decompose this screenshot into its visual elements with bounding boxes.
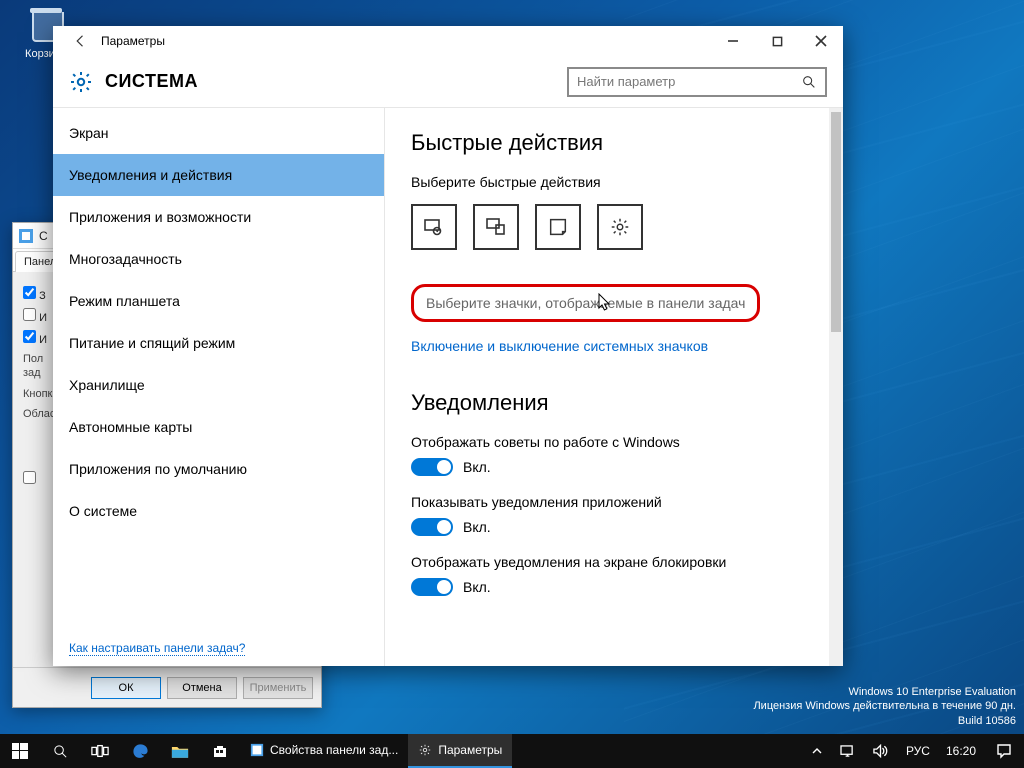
qa-tile-all-settings[interactable] <box>597 204 643 250</box>
task-settings[interactable]: Параметры <box>408 734 512 768</box>
volume-icon <box>873 744 888 758</box>
minimize-icon <box>727 35 739 47</box>
qa-tile-tablet-mode[interactable] <box>411 204 457 250</box>
toggle-tips[interactable] <box>411 458 453 476</box>
windows-logo-icon <box>12 743 28 759</box>
gear-icon <box>418 743 432 757</box>
main-scrollbar[interactable] <box>829 108 843 666</box>
sidebar-item-tablet[interactable]: Режим планшета <box>53 280 384 322</box>
connect-icon <box>484 215 508 239</box>
store-icon <box>212 743 228 759</box>
sidebar-item-apps[interactable]: Приложения и возможности <box>53 196 384 238</box>
toggle-app-notify-state: Вкл. <box>463 519 491 535</box>
note-icon <box>547 216 569 238</box>
watermark-line3: Build 10586 <box>753 714 1016 728</box>
settings-search-input[interactable]: Найти параметр <box>567 67 827 97</box>
settings-header: СИСТЕМА Найти параметр <box>53 56 843 108</box>
close-icon <box>815 35 827 47</box>
taskbar: Свойства панели зад... Параметры РУС 16:… <box>0 734 1024 768</box>
sidebar-item-storage[interactable]: Хранилище <box>53 364 384 406</box>
back-button[interactable] <box>67 27 95 55</box>
gear-small-icon <box>609 216 631 238</box>
link-choose-taskbar-icons[interactable]: Выберите значки, отображаемые в панели з… <box>411 284 760 322</box>
taskbar-search-button[interactable] <box>40 734 80 768</box>
toggle-lockscreen-state: Вкл. <box>463 579 491 595</box>
sidebar-item-power[interactable]: Питание и спящий режим <box>53 322 384 364</box>
toggle-lockscreen[interactable] <box>411 578 453 596</box>
properties-task-icon <box>250 743 264 757</box>
task-view-icon <box>91 744 109 758</box>
tray-volume[interactable] <box>869 744 892 758</box>
file-explorer-button[interactable] <box>160 734 200 768</box>
bg-apply-button[interactable]: Применить <box>243 677 313 699</box>
sidebar-item-multitask[interactable]: Многозадачность <box>53 238 384 280</box>
sidebar-item-notifications[interactable]: Уведомления и действия <box>53 154 384 196</box>
tablet-mode-icon <box>422 215 446 239</box>
sidebar-item-defaultapps[interactable]: Приложения по умолчанию <box>53 448 384 490</box>
link-choose-taskbar-icons-label: Выберите значки, отображаемые в панели з… <box>426 295 745 311</box>
settings-sidebar: Экран Уведомления и действия Приложения … <box>53 108 385 666</box>
close-button[interactable] <box>799 26 843 56</box>
qa-tile-note[interactable] <box>535 204 581 250</box>
settings-window: Параметры СИСТЕМА Найти параметр Экран У… <box>53 26 843 666</box>
settings-titlebar[interactable]: Параметры <box>53 26 843 56</box>
toggle-tips-state: Вкл. <box>463 459 491 475</box>
task-settings-label: Параметры <box>438 743 502 757</box>
toggle-lockscreen-label: Отображать уведомления на экране блокиро… <box>411 554 817 570</box>
search-icon <box>801 74 817 90</box>
settings-main-pane: Быстрые действия Выберите быстрые действ… <box>385 108 843 666</box>
minimize-button[interactable] <box>711 26 755 56</box>
evaluation-watermark: Windows 10 Enterprise Evaluation Лицензи… <box>753 685 1016 728</box>
toggle-app-notify-label: Показывать уведомления приложений <box>411 494 817 510</box>
scrollbar-thumb[interactable] <box>831 112 841 332</box>
folder-icon <box>171 744 189 759</box>
task-taskbar-properties-label: Свойства панели зад... <box>270 743 398 757</box>
toggle-app-notify[interactable] <box>411 518 453 536</box>
sidebar-item-maps[interactable]: Автономные карты <box>53 406 384 448</box>
store-button[interactable] <box>200 734 240 768</box>
bg-ok-button[interactable]: ОК <box>91 677 161 699</box>
section-title: СИСТЕМА <box>105 71 198 92</box>
action-center-button[interactable] <box>984 734 1024 768</box>
edge-icon <box>132 743 149 760</box>
gear-icon <box>69 70 93 94</box>
taskbar-clock[interactable]: 16:20 <box>938 734 984 768</box>
maximize-icon <box>772 36 783 47</box>
tray-language[interactable]: РУС <box>902 744 934 758</box>
search-placeholder: Найти параметр <box>577 74 801 89</box>
start-button[interactable] <box>0 734 40 768</box>
task-taskbar-properties[interactable]: Свойства панели зад... <box>240 734 408 768</box>
help-link[interactable]: Как настраивать панели задач? <box>69 641 245 656</box>
link-system-icons[interactable]: Включение и выключение системных значков <box>411 338 708 354</box>
action-center-icon <box>996 743 1012 759</box>
tray-chevron[interactable] <box>808 746 826 756</box>
watermark-line1: Windows 10 Enterprise Evaluation <box>753 685 1016 699</box>
search-icon <box>52 743 69 760</box>
edge-button[interactable] <box>120 734 160 768</box>
back-arrow-icon <box>72 32 90 50</box>
sidebar-item-display[interactable]: Экран <box>53 112 384 154</box>
settings-window-title: Параметры <box>101 34 165 48</box>
watermark-line2: Лицензия Windows действительна в течение… <box>753 699 1016 713</box>
quick-actions-heading: Быстрые действия <box>411 130 817 156</box>
task-view-button[interactable] <box>80 734 120 768</box>
bg-window-title: С <box>39 229 48 243</box>
quick-actions-subhead: Выберите быстрые действия <box>411 174 817 190</box>
qa-tile-connect[interactable] <box>473 204 519 250</box>
toggle-tips-label: Отображать советы по работе с Windows <box>411 434 817 450</box>
network-icon <box>840 745 855 758</box>
bg-cancel-button[interactable]: Отмена <box>167 677 237 699</box>
sidebar-item-about[interactable]: О системе <box>53 490 384 532</box>
maximize-button[interactable] <box>755 26 799 56</box>
chevron-up-icon <box>812 746 822 756</box>
notifications-heading: Уведомления <box>411 390 817 416</box>
tray-network[interactable] <box>836 745 859 758</box>
bg-window-icon <box>19 229 33 243</box>
